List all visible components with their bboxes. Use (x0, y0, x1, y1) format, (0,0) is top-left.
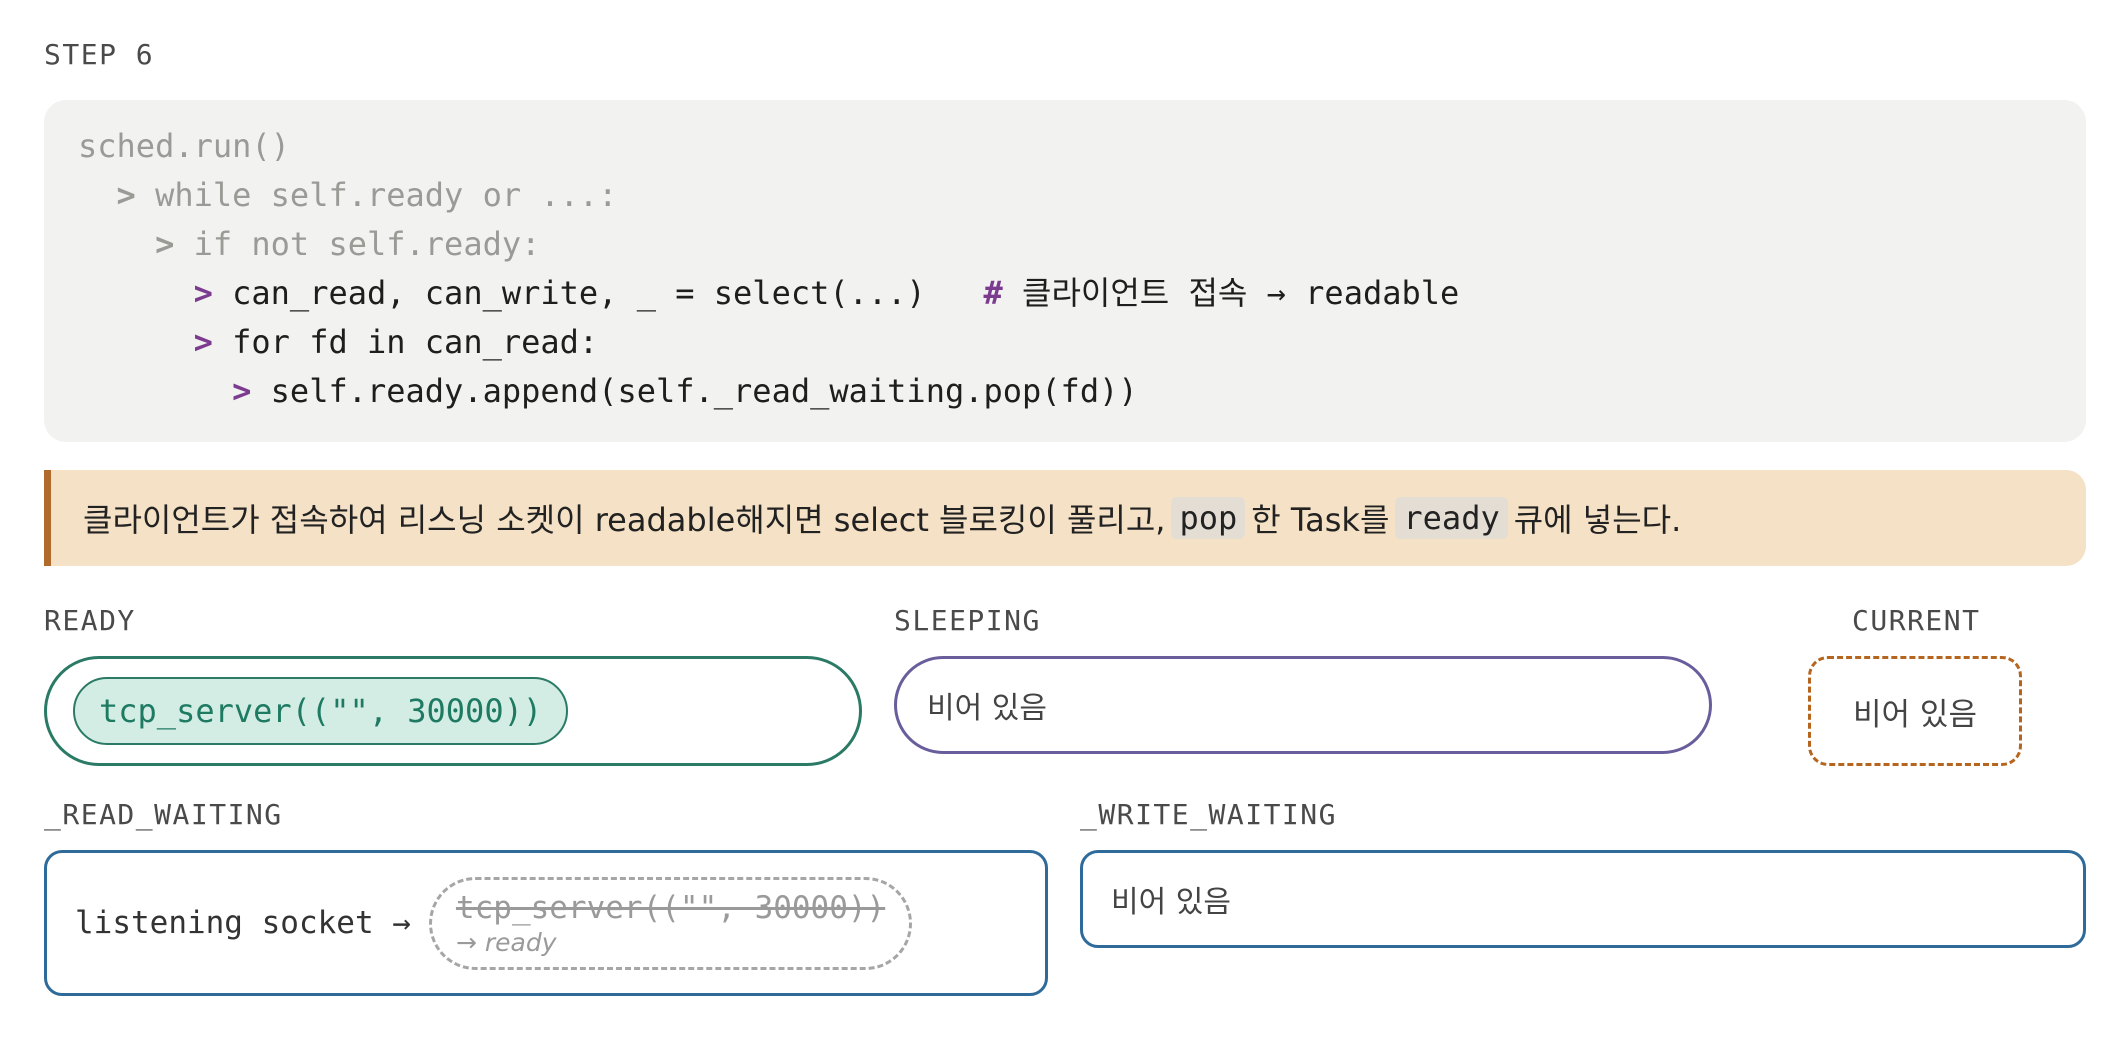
step-marker: > (193, 274, 213, 312)
note-code-ready: ready (1395, 497, 1508, 539)
code-text: for fd in can_read: (212, 323, 599, 361)
code-text: can_read, can_write, _ = select(...) (212, 274, 984, 312)
read-waiting-status: → ready (455, 927, 557, 957)
code-line: > if not self.ready: (78, 220, 2052, 269)
code-line: sched.run() (78, 122, 2052, 171)
note-text-3: 큐에 넣는다. (1513, 501, 1682, 539)
ready-task-chip: tcp_server(("", 30000)) (73, 677, 569, 745)
write-waiting-empty-text: 비어 있음 (1111, 885, 1231, 920)
code-line: > can_read, can_write, _ = select(...) #… (78, 269, 2052, 318)
ready-queue: tcp_server(("", 30000)) (44, 656, 862, 766)
step-marker: > (155, 225, 175, 263)
current-empty-text: 비어 있음 (1853, 696, 1977, 733)
code-line: > self.ready.append(self._read_waiting.p… (78, 367, 2052, 416)
code-comment: 클라이언트 접속 → readable (1002, 274, 1460, 312)
step-marker: > (232, 372, 252, 410)
code-block: sched.run() > while self.ready or ...: >… (44, 100, 2086, 442)
sleeping-queue: 비어 있음 (894, 656, 1712, 754)
sleeping-empty-text: 비어 있음 (927, 691, 1047, 726)
step-marker: > (193, 323, 213, 361)
note-code-pop: pop (1171, 497, 1246, 539)
code-lines: sched.run() > while self.ready or ...: >… (78, 122, 2052, 416)
sleeping-queue-label: SLEEPING (894, 604, 1041, 637)
note-text-2: 한 Task를 (1251, 501, 1390, 539)
code-line: > while self.ready or ...: (78, 171, 2052, 220)
read-waiting-entry: tcp_server(("", 30000)) → ready (428, 876, 913, 970)
step-marker: > (116, 176, 136, 214)
code-text: sched.run() (78, 127, 290, 165)
note-text-1: 클라이언트가 접속하여 리스닝 소켓이 readable해지면 select 블… (83, 501, 1166, 539)
code-text: if not self.ready: (174, 225, 541, 263)
explanation-note: 클라이언트가 접속하여 리스닝 소켓이 readable해지면 select 블… (44, 470, 2086, 566)
write-waiting-label: _WRITE_WAITING (1080, 798, 1338, 831)
read-waiting-task: tcp_server(("", 30000)) (455, 889, 886, 926)
step-label: STEP 6 (44, 38, 155, 71)
ready-queue-label: READY (44, 604, 136, 637)
current-label: CURRENT (1852, 604, 1981, 637)
read-waiting-map: listening socket → tcp_server(("", 30000… (44, 850, 1048, 996)
code-line: > for fd in can_read: (78, 318, 2052, 367)
read-waiting-key: listening socket → (75, 905, 411, 941)
comment-mark: # (983, 274, 1003, 312)
current-slot: 비어 있음 (1808, 656, 2022, 766)
code-text: while self.ready or ...: (135, 176, 618, 214)
code-text: self.ready.append(self._read_waiting.pop… (251, 372, 1138, 410)
read-waiting-label: _READ_WAITING (44, 798, 283, 831)
write-waiting-map: 비어 있음 (1080, 850, 2086, 948)
